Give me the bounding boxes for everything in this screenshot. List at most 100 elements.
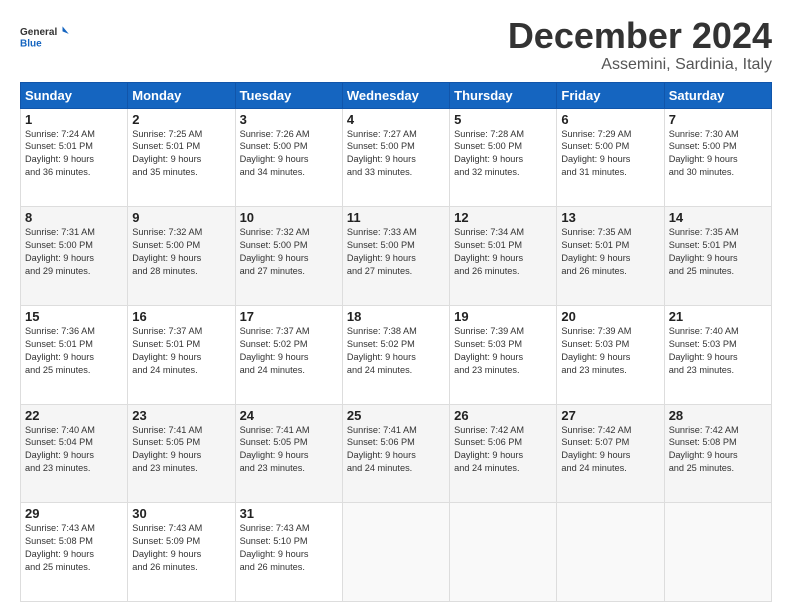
calendar-cell: 12Sunrise: 7:34 AM Sunset: 5:01 PM Dayli… (450, 207, 557, 306)
day-info: Sunrise: 7:43 AM Sunset: 5:09 PM Dayligh… (132, 522, 230, 574)
day-info: Sunrise: 7:35 AM Sunset: 5:01 PM Dayligh… (561, 226, 659, 278)
calendar-cell: 27Sunrise: 7:42 AM Sunset: 5:07 PM Dayli… (557, 404, 664, 503)
day-number: 26 (454, 408, 552, 423)
day-number: 1 (25, 112, 123, 127)
calendar-cell (557, 503, 664, 602)
day-info: Sunrise: 7:37 AM Sunset: 5:01 PM Dayligh… (132, 325, 230, 377)
day-number: 17 (240, 309, 338, 324)
day-number: 18 (347, 309, 445, 324)
day-info: Sunrise: 7:42 AM Sunset: 5:08 PM Dayligh… (669, 424, 767, 476)
title-block: December 2024 Assemini, Sardinia, Italy (508, 16, 772, 74)
day-info: Sunrise: 7:34 AM Sunset: 5:01 PM Dayligh… (454, 226, 552, 278)
calendar-cell: 14Sunrise: 7:35 AM Sunset: 5:01 PM Dayli… (664, 207, 771, 306)
day-info: Sunrise: 7:26 AM Sunset: 5:00 PM Dayligh… (240, 128, 338, 180)
day-info: Sunrise: 7:32 AM Sunset: 5:00 PM Dayligh… (240, 226, 338, 278)
day-number: 2 (132, 112, 230, 127)
calendar-cell: 20Sunrise: 7:39 AM Sunset: 5:03 PM Dayli… (557, 305, 664, 404)
calendar-cell: 18Sunrise: 7:38 AM Sunset: 5:02 PM Dayli… (342, 305, 449, 404)
calendar-cell: 7Sunrise: 7:30 AM Sunset: 5:00 PM Daylig… (664, 108, 771, 207)
day-number: 10 (240, 210, 338, 225)
day-number: 30 (132, 506, 230, 521)
calendar-cell: 1Sunrise: 7:24 AM Sunset: 5:01 PM Daylig… (21, 108, 128, 207)
calendar-cell: 21Sunrise: 7:40 AM Sunset: 5:03 PM Dayli… (664, 305, 771, 404)
calendar-cell: 29Sunrise: 7:43 AM Sunset: 5:08 PM Dayli… (21, 503, 128, 602)
calendar-cell: 2Sunrise: 7:25 AM Sunset: 5:01 PM Daylig… (128, 108, 235, 207)
calendar-cell: 26Sunrise: 7:42 AM Sunset: 5:06 PM Dayli… (450, 404, 557, 503)
day-number: 11 (347, 210, 445, 225)
calendar-cell: 9Sunrise: 7:32 AM Sunset: 5:00 PM Daylig… (128, 207, 235, 306)
calendar-cell: 15Sunrise: 7:36 AM Sunset: 5:01 PM Dayli… (21, 305, 128, 404)
day-info: Sunrise: 7:35 AM Sunset: 5:01 PM Dayligh… (669, 226, 767, 278)
calendar-cell: 8Sunrise: 7:31 AM Sunset: 5:00 PM Daylig… (21, 207, 128, 306)
calendar-subtitle: Assemini, Sardinia, Italy (508, 56, 772, 74)
calendar-cell: 11Sunrise: 7:33 AM Sunset: 5:00 PM Dayli… (342, 207, 449, 306)
day-info: Sunrise: 7:40 AM Sunset: 5:03 PM Dayligh… (669, 325, 767, 377)
day-number: 20 (561, 309, 659, 324)
day-info: Sunrise: 7:37 AM Sunset: 5:02 PM Dayligh… (240, 325, 338, 377)
weekday-header: Saturday (664, 82, 771, 108)
calendar-cell (450, 503, 557, 602)
day-number: 7 (669, 112, 767, 127)
day-number: 27 (561, 408, 659, 423)
day-number: 25 (347, 408, 445, 423)
logo-svg: General Blue (20, 16, 70, 58)
day-number: 29 (25, 506, 123, 521)
calendar-cell: 5Sunrise: 7:28 AM Sunset: 5:00 PM Daylig… (450, 108, 557, 207)
calendar-cell: 19Sunrise: 7:39 AM Sunset: 5:03 PM Dayli… (450, 305, 557, 404)
calendar-cell: 22Sunrise: 7:40 AM Sunset: 5:04 PM Dayli… (21, 404, 128, 503)
calendar-cell: 23Sunrise: 7:41 AM Sunset: 5:05 PM Dayli… (128, 404, 235, 503)
calendar-cell: 31Sunrise: 7:43 AM Sunset: 5:10 PM Dayli… (235, 503, 342, 602)
day-info: Sunrise: 7:43 AM Sunset: 5:08 PM Dayligh… (25, 522, 123, 574)
day-number: 13 (561, 210, 659, 225)
calendar-cell: 13Sunrise: 7:35 AM Sunset: 5:01 PM Dayli… (557, 207, 664, 306)
weekday-header: Thursday (450, 82, 557, 108)
weekday-header: Friday (557, 82, 664, 108)
day-info: Sunrise: 7:31 AM Sunset: 5:00 PM Dayligh… (25, 226, 123, 278)
day-number: 14 (669, 210, 767, 225)
calendar-cell: 28Sunrise: 7:42 AM Sunset: 5:08 PM Dayli… (664, 404, 771, 503)
day-number: 22 (25, 408, 123, 423)
day-info: Sunrise: 7:41 AM Sunset: 5:05 PM Dayligh… (240, 424, 338, 476)
weekday-header: Monday (128, 82, 235, 108)
day-number: 8 (25, 210, 123, 225)
day-info: Sunrise: 7:42 AM Sunset: 5:07 PM Dayligh… (561, 424, 659, 476)
day-info: Sunrise: 7:42 AM Sunset: 5:06 PM Dayligh… (454, 424, 552, 476)
day-number: 19 (454, 309, 552, 324)
day-info: Sunrise: 7:29 AM Sunset: 5:00 PM Dayligh… (561, 128, 659, 180)
day-info: Sunrise: 7:43 AM Sunset: 5:10 PM Dayligh… (240, 522, 338, 574)
header: General Blue December 2024 Assemini, Sar… (20, 16, 772, 74)
calendar-cell: 17Sunrise: 7:37 AM Sunset: 5:02 PM Dayli… (235, 305, 342, 404)
calendar-title: December 2024 (508, 16, 772, 56)
day-number: 21 (669, 309, 767, 324)
day-number: 6 (561, 112, 659, 127)
day-info: Sunrise: 7:30 AM Sunset: 5:00 PM Dayligh… (669, 128, 767, 180)
day-number: 3 (240, 112, 338, 127)
day-info: Sunrise: 7:33 AM Sunset: 5:00 PM Dayligh… (347, 226, 445, 278)
calendar-cell: 25Sunrise: 7:41 AM Sunset: 5:06 PM Dayli… (342, 404, 449, 503)
day-number: 5 (454, 112, 552, 127)
day-number: 28 (669, 408, 767, 423)
day-info: Sunrise: 7:39 AM Sunset: 5:03 PM Dayligh… (454, 325, 552, 377)
day-info: Sunrise: 7:27 AM Sunset: 5:00 PM Dayligh… (347, 128, 445, 180)
calendar-cell: 30Sunrise: 7:43 AM Sunset: 5:09 PM Dayli… (128, 503, 235, 602)
day-number: 31 (240, 506, 338, 521)
calendar-cell: 3Sunrise: 7:26 AM Sunset: 5:00 PM Daylig… (235, 108, 342, 207)
day-info: Sunrise: 7:32 AM Sunset: 5:00 PM Dayligh… (132, 226, 230, 278)
day-number: 4 (347, 112, 445, 127)
day-info: Sunrise: 7:25 AM Sunset: 5:01 PM Dayligh… (132, 128, 230, 180)
svg-text:Blue: Blue (20, 38, 42, 49)
calendar-cell: 16Sunrise: 7:37 AM Sunset: 5:01 PM Dayli… (128, 305, 235, 404)
day-info: Sunrise: 7:41 AM Sunset: 5:05 PM Dayligh… (132, 424, 230, 476)
calendar-page: General Blue December 2024 Assemini, Sar… (0, 0, 792, 612)
calendar-cell (342, 503, 449, 602)
day-number: 12 (454, 210, 552, 225)
svg-text:General: General (20, 27, 57, 38)
day-info: Sunrise: 7:39 AM Sunset: 5:03 PM Dayligh… (561, 325, 659, 377)
calendar-header: SundayMondayTuesdayWednesdayThursdayFrid… (21, 82, 772, 108)
day-info: Sunrise: 7:41 AM Sunset: 5:06 PM Dayligh… (347, 424, 445, 476)
day-number: 15 (25, 309, 123, 324)
day-number: 16 (132, 309, 230, 324)
logo: General Blue (20, 16, 70, 58)
day-number: 23 (132, 408, 230, 423)
calendar-cell (664, 503, 771, 602)
